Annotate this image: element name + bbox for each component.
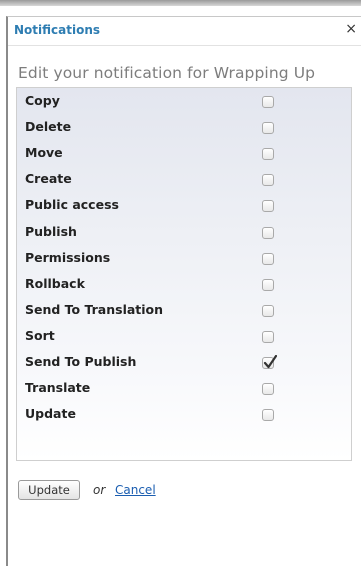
or-text: or: [93, 483, 106, 497]
page-title: Edit your notification for Wrapping Up: [18, 64, 316, 82]
notification-row: Copy: [17, 89, 351, 115]
notification-row: Sort: [17, 324, 351, 350]
notification-checkbox[interactable]: [262, 278, 274, 291]
close-icon[interactable]: ×: [345, 21, 357, 37]
update-button[interactable]: Update: [18, 480, 80, 500]
notification-label: Rollback: [25, 275, 85, 291]
notification-checkbox[interactable]: [262, 148, 274, 161]
notification-row: Update: [17, 402, 351, 428]
notification-label: Sort: [25, 327, 55, 343]
notification-checkbox[interactable]: [262, 174, 274, 187]
notification-row: Move: [17, 141, 351, 167]
cancel-link[interactable]: Cancel: [115, 483, 156, 497]
notification-label: Create: [25, 171, 72, 187]
notification-label: Send To Publish: [25, 354, 137, 369]
notification-label: Move: [25, 145, 63, 161]
notification-checkbox[interactable]: [262, 200, 274, 213]
window-top-edge: [0, 0, 361, 6]
notification-options-panel: Copy Delete Move Create Public access Publish…: [16, 87, 352, 461]
notification-checkbox[interactable]: [262, 409, 274, 422]
notification-row: Delete: [17, 115, 351, 141]
notification-checkbox[interactable]: [262, 330, 274, 343]
notification-checkbox[interactable]: [262, 122, 274, 135]
notification-label: Copy: [25, 93, 60, 108]
notification-row: Publish: [17, 220, 351, 246]
dialog-title-bar: Notifications ×: [8, 17, 361, 46]
notification-row: Permissions: [17, 246, 351, 272]
notification-row: Public access: [17, 193, 351, 219]
notification-options-list: Copy Delete Move Create Public access Publish…: [17, 88, 351, 460]
notification-row: Translate: [17, 376, 351, 402]
notification-row: Send To Publish: [17, 350, 351, 376]
notifications-dialog: Notifications × Edit your notification f…: [6, 16, 361, 566]
notification-label: Permissions: [25, 249, 111, 265]
notification-checkbox[interactable]: [262, 383, 274, 396]
checkmark-icon: [263, 355, 277, 369]
notification-row: Send To Translation: [17, 298, 351, 324]
notification-label: Public access: [25, 197, 119, 213]
notification-checkbox[interactable]: [262, 304, 274, 317]
notification-label: Translate: [25, 380, 91, 396]
notification-label: Update: [25, 406, 76, 422]
notification-label: Send To Translation: [25, 301, 164, 317]
notification-checkbox[interactable]: [262, 226, 274, 239]
notification-label: Publish: [25, 223, 77, 239]
notification-row: Rollback: [17, 272, 351, 298]
notification-label: Delete: [25, 119, 72, 135]
notification-checkbox[interactable]: [262, 96, 274, 108]
dialog-title: Notifications: [14, 23, 101, 37]
notification-checkbox[interactable]: [262, 355, 277, 369]
notification-row: Create: [17, 167, 351, 193]
notification-checkbox[interactable]: [262, 252, 274, 265]
